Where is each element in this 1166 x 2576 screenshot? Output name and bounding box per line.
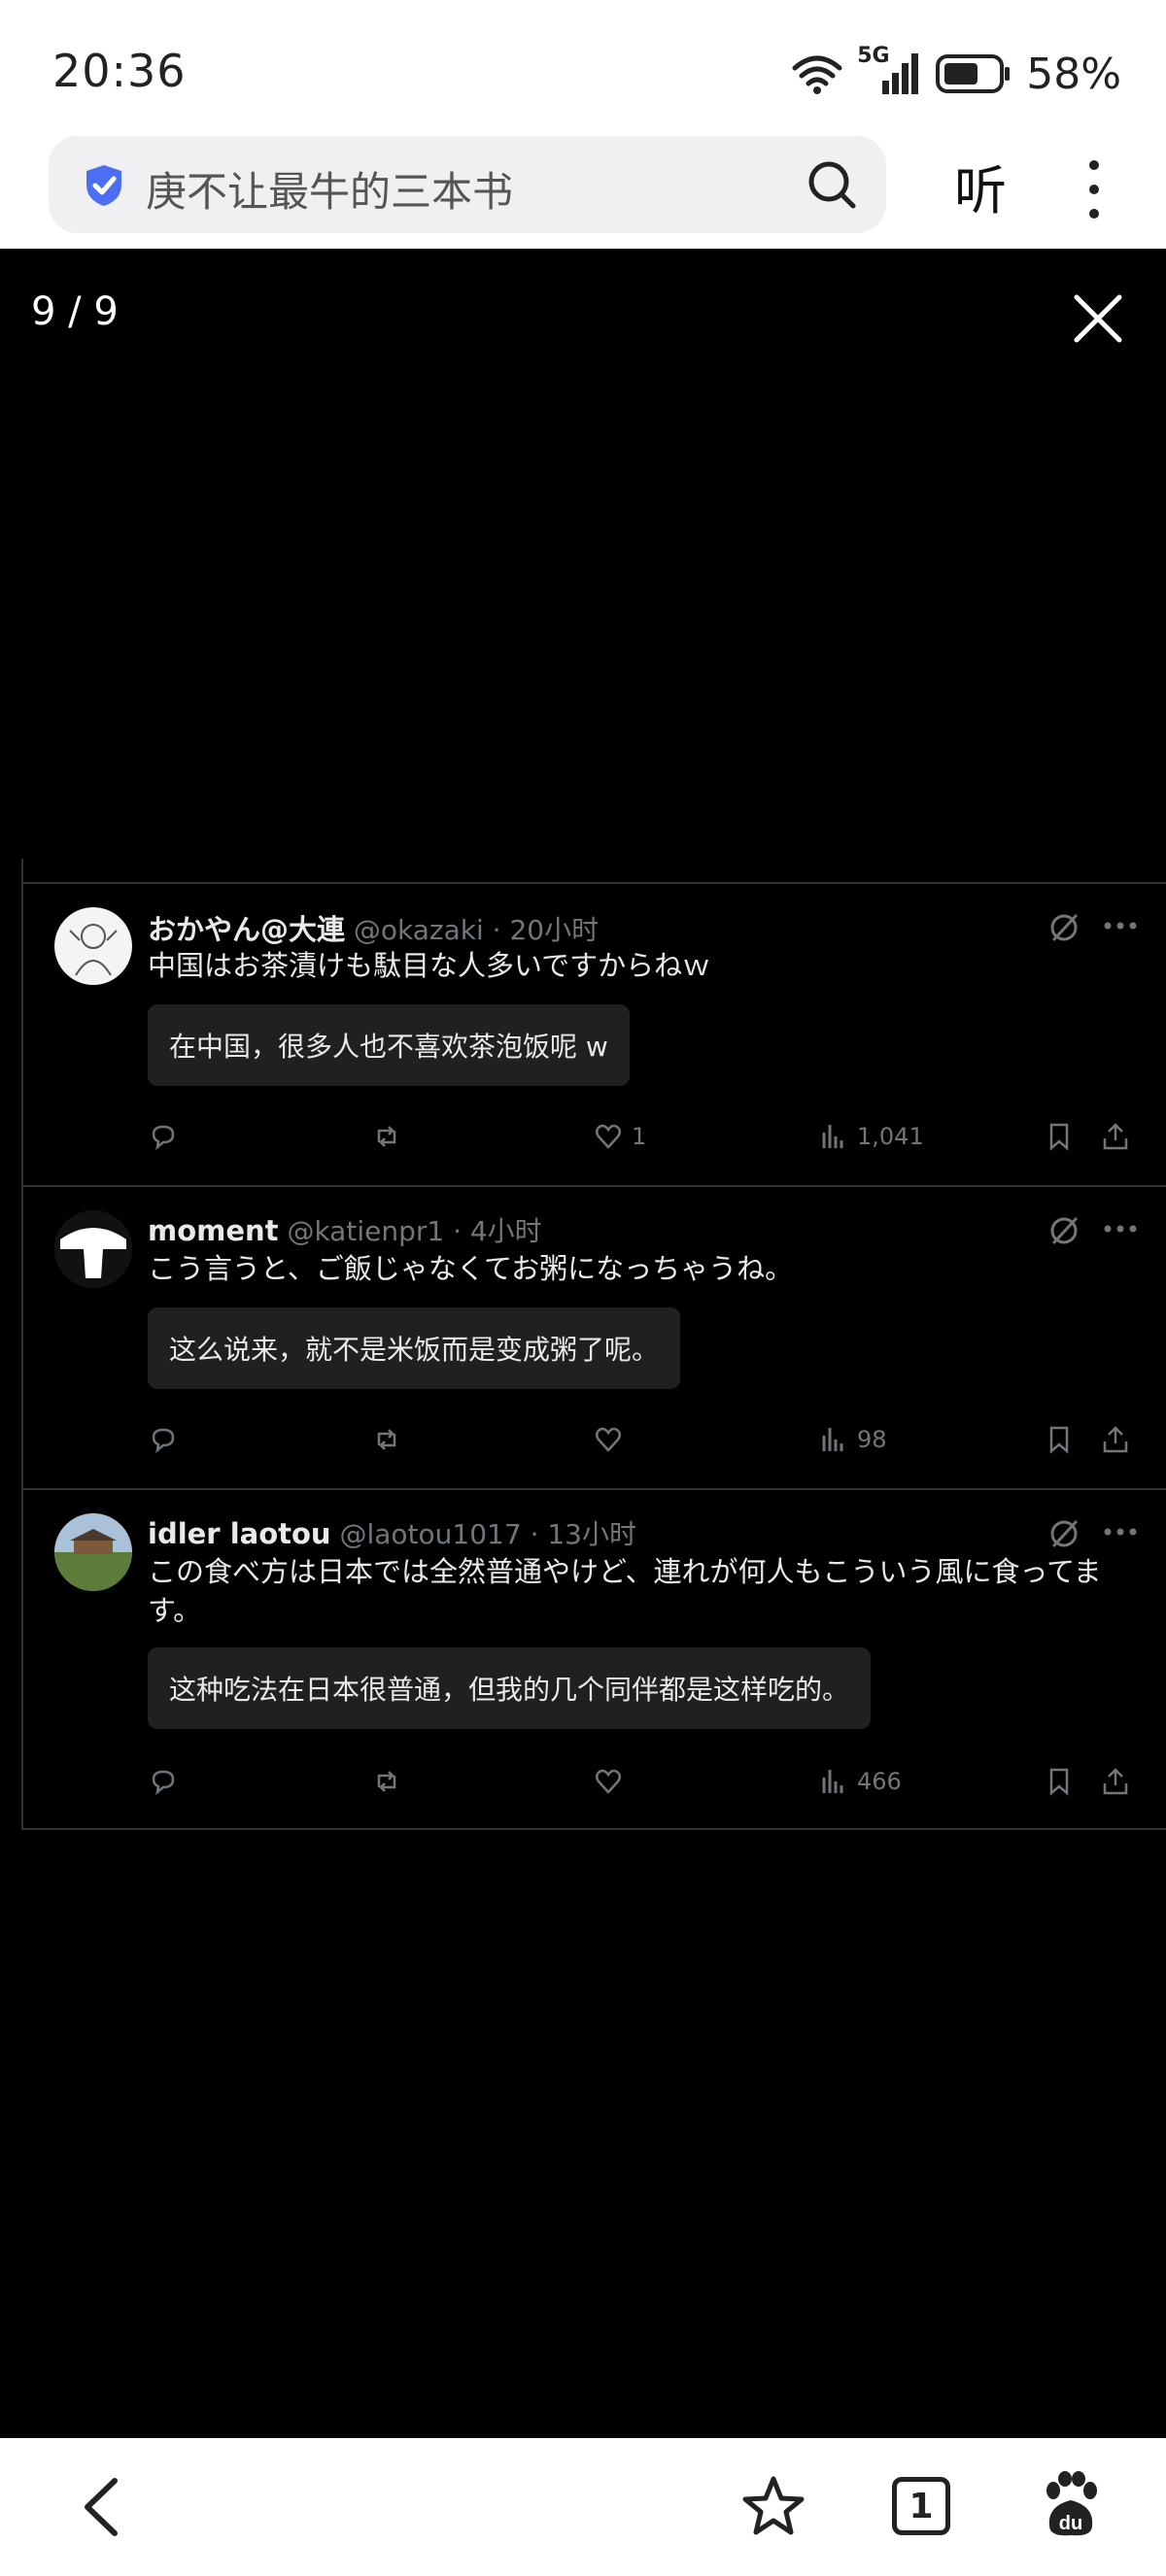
image-counter: 9 / 9 — [31, 289, 119, 334]
search-query: 庚不让最牛的三本书 — [146, 168, 514, 216]
bookmark-icon — [1049, 1768, 1069, 1796]
reply-icon — [152, 1125, 175, 1151]
browser-toolbar: 庚不让最牛的三本书 听 — [0, 128, 1166, 249]
user-handle: @okazaki · 20小时 — [353, 914, 600, 946]
views-count: 98 — [857, 1426, 887, 1453]
like-button[interactable] — [593, 1420, 632, 1459]
bottom-navigation: 1 du — [0, 2438, 1166, 2576]
tweet-actions: 1 1,041 — [23, 1117, 1166, 1156]
translation-box: 这么说来，就不是米饭而是变成粥了呢。 — [148, 1307, 681, 1389]
back-arrow-icon[interactable] — [78, 2475, 126, 2539]
views-button[interactable]: 466 — [818, 1762, 902, 1801]
share-icon — [1103, 1426, 1128, 1453]
retweet-icon — [377, 1771, 396, 1792]
views-icon — [822, 1428, 843, 1451]
tweet-item: おかやん@大連 @okazaki · 20小时 中国はお茶漬けも駄目な人多いです… — [23, 882, 1166, 1185]
retweet-button[interactable] — [371, 1762, 402, 1801]
share-button[interactable] — [1100, 1762, 1131, 1801]
address-bar[interactable]: 庚不让最牛的三本书 — [49, 136, 886, 233]
shield-check-icon — [86, 165, 121, 206]
share-button[interactable] — [1100, 1420, 1131, 1459]
more-horizontal-icon[interactable] — [1104, 1222, 1137, 1236]
tweet-header: おかやん@大連 @okazaki · 20小时 — [148, 907, 599, 948]
views-button[interactable]: 1,041 — [818, 1117, 924, 1156]
retweet-button[interactable] — [371, 1117, 402, 1156]
user-name[interactable]: おかやん@大連 — [148, 913, 345, 946]
status-icons: 5G 58% — [791, 44, 1121, 101]
wifi-icon — [792, 55, 842, 94]
grok-icon[interactable] — [1047, 1214, 1080, 1247]
status-bar: 20:36 5G 58% — [0, 0, 1166, 128]
translation-box: 这种吃法在日本很普通，但我的几个同伴都是这样吃的。 — [148, 1647, 872, 1729]
heart-icon — [596, 1427, 621, 1452]
like-button[interactable] — [593, 1762, 632, 1801]
tweet-text: こう言うと、ご飯じゃなくてお粥になっちゃうね。 — [148, 1252, 794, 1285]
bookmark-icon — [1049, 1426, 1069, 1454]
tweet-item: moment @katienpr1 · 4小时 こう言うと、ご飯じゃなくてお粥に… — [23, 1185, 1166, 1488]
reply-button[interactable] — [148, 1420, 179, 1459]
translation-box: 在中国，很多人也不喜欢茶泡饭呢 w — [148, 1004, 630, 1086]
avatar — [54, 1210, 132, 1288]
like-button[interactable]: 1 — [593, 1117, 646, 1156]
bookmark-button[interactable] — [1044, 1762, 1075, 1801]
reply-button[interactable] — [148, 1762, 179, 1801]
views-count: 466 — [857, 1768, 902, 1795]
more-horizontal-icon[interactable] — [1104, 919, 1137, 932]
baidu-paw-icon[interactable]: du — [1040, 2471, 1102, 2539]
retweet-icon — [377, 1126, 396, 1147]
reply-icon — [152, 1770, 175, 1796]
status-time: 20:36 — [52, 45, 187, 97]
user-name[interactable]: idler laotou — [148, 1517, 331, 1550]
like-count: 1 — [632, 1123, 647, 1150]
tweet-text: 中国はお茶漬けも駄目な人多いですからねｗ — [148, 949, 711, 982]
tweet-text: この食べ方は日本では全然普通やけど、連れが何人もこういう風に食ってます。 — [148, 1555, 1102, 1627]
avatar — [54, 907, 132, 985]
battery-icon — [936, 54, 1011, 93]
user-handle: @katienpr1 · 4小时 — [287, 1215, 542, 1247]
tweet-actions: 466 — [23, 1762, 1166, 1801]
heart-icon — [596, 1124, 621, 1149]
share-button[interactable] — [1100, 1117, 1131, 1156]
user-name[interactable]: moment — [148, 1214, 279, 1247]
tweet-item: idler laotou @laotou1017 · 13小时 この食べ方は日本… — [23, 1488, 1166, 1828]
tweet-actions: 98 — [23, 1420, 1166, 1459]
bookmark-button[interactable] — [1044, 1420, 1075, 1459]
more-horizontal-icon[interactable] — [1104, 1525, 1137, 1539]
tweet-header: moment @katienpr1 · 4小时 — [148, 1210, 542, 1249]
tweet-screenshot: おかやん@大連 @okazaki · 20小时 中国はお茶漬けも駄目な人多いです… — [21, 859, 1166, 1830]
retweet-icon — [377, 1429, 396, 1450]
views-count: 1,041 — [857, 1123, 924, 1150]
signal-icon: 5G — [857, 44, 921, 98]
star-icon[interactable] — [742, 2475, 805, 2537]
reply-icon — [152, 1428, 175, 1454]
bookmark-icon — [1049, 1123, 1069, 1151]
grok-icon[interactable] — [1047, 1517, 1080, 1550]
retweet-button[interactable] — [371, 1420, 402, 1459]
svg-text:du: du — [1059, 2513, 1082, 2534]
image-viewer: 9 / 9 おかやん@大連 @okazaki · 20小时 中国はお茶漬けも駄目… — [0, 249, 1166, 2438]
grok-icon[interactable] — [1047, 911, 1080, 944]
views-button[interactable]: 98 — [818, 1420, 887, 1459]
user-handle: @laotou1017 · 13小时 — [339, 1518, 636, 1550]
tweet-header: idler laotou @laotou1017 · 13小时 — [148, 1513, 636, 1552]
tabs-count-button[interactable]: 1 — [892, 2477, 950, 2535]
views-icon — [822, 1125, 843, 1148]
views-icon — [822, 1770, 843, 1793]
bookmark-button[interactable] — [1044, 1117, 1075, 1156]
more-vertical-icon[interactable] — [1080, 155, 1108, 223]
close-icon[interactable] — [1071, 291, 1125, 346]
reply-button[interactable] — [148, 1117, 179, 1156]
battery-percentage: 58% — [1026, 49, 1121, 99]
listen-button[interactable]: 听 — [954, 148, 1007, 224]
heart-icon — [596, 1769, 621, 1794]
share-icon — [1103, 1123, 1128, 1150]
share-icon — [1103, 1768, 1128, 1795]
search-icon[interactable] — [805, 157, 859, 212]
avatar — [54, 1513, 132, 1591]
